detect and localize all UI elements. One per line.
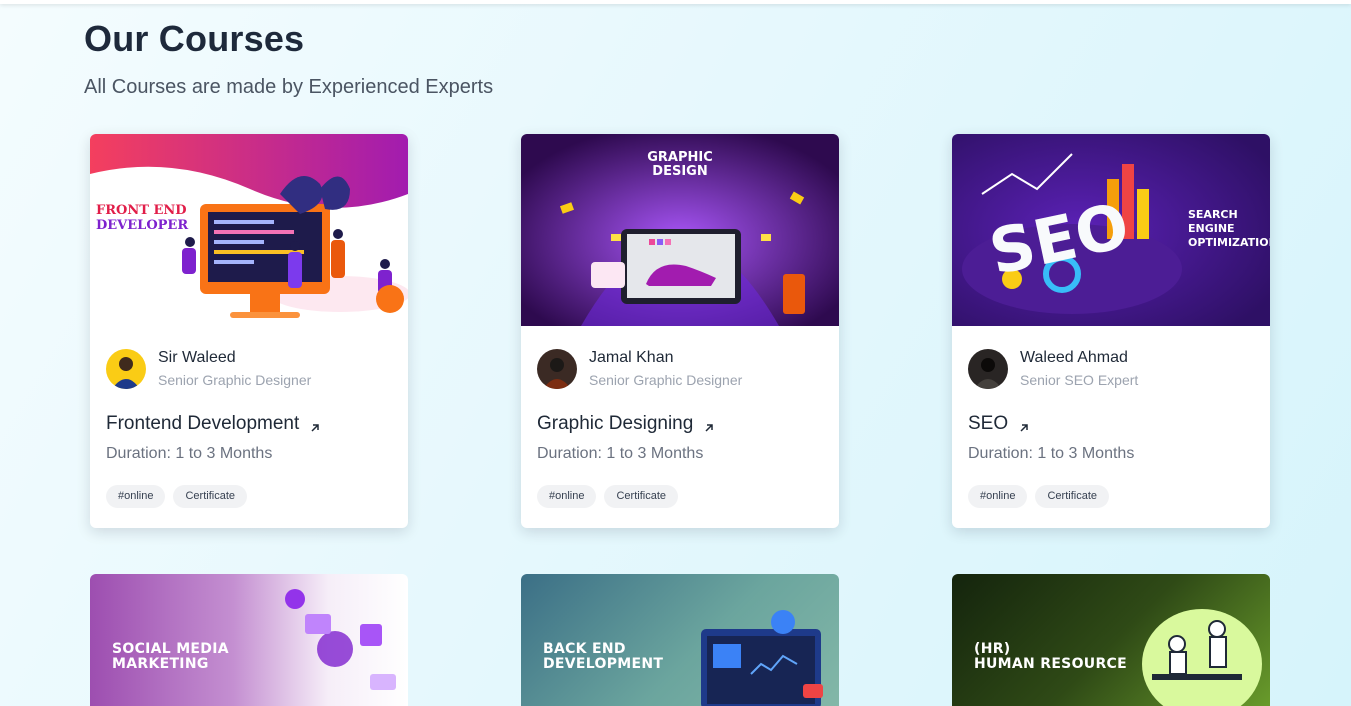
- image-text-frontend-1: FRONT END: [96, 203, 187, 218]
- course-card-backend[interactable]: BACK END DEVELOPMENT: [521, 574, 839, 706]
- image-text-social-2: MARKETING: [112, 656, 209, 672]
- course-title[interactable]: Frontend Development: [106, 413, 299, 435]
- image-text-backend-1: BACK END: [543, 641, 626, 657]
- author-role: Senior SEO Expert: [1020, 372, 1139, 388]
- tag-certificate: Certificate: [604, 485, 679, 508]
- avatar: [537, 349, 577, 389]
- tag-list: #online Certificate: [537, 485, 679, 508]
- tag-list: #online Certificate: [968, 485, 1110, 508]
- arrow-up-right-icon[interactable]: [1018, 418, 1030, 432]
- course-card-graphic[interactable]: GRAPHIC DESIGN Jamal Khan Senior Graphic…: [521, 134, 839, 528]
- image-text-graphic-1: GRAPHIC: [647, 150, 713, 165]
- author-seo: Waleed Ahmad Senior SEO Expert: [968, 348, 1138, 390]
- course-image-seo[interactable]: SEO SEARCH ENGINE OPTIMIZATION: [952, 134, 1270, 326]
- image-text-social-1: SOCIAL MEDIA: [112, 641, 229, 657]
- tag-online: #online: [106, 485, 166, 508]
- course-title-link[interactable]: SEO: [968, 413, 1030, 435]
- course-card-social-media[interactable]: SOCIAL MEDIA MARKETING: [90, 574, 408, 706]
- course-card-hr[interactable]: (HR) HUMAN RESOURCE: [952, 574, 1270, 706]
- image-text-hr-2: HUMAN RESOURCE: [974, 656, 1127, 672]
- tag-certificate: Certificate: [173, 485, 248, 508]
- author-name: Sir Waleed: [158, 349, 236, 366]
- image-text-graphic-2: DESIGN: [652, 164, 707, 179]
- section-subtitle: All Courses are made by Experienced Expe…: [84, 76, 494, 98]
- author-role: Senior Graphic Designer: [158, 372, 312, 388]
- author-frontend: Sir Waleed Senior Graphic Designer: [106, 348, 311, 390]
- course-title[interactable]: Graphic Designing: [537, 413, 693, 435]
- author-role: Senior Graphic Designer: [589, 372, 743, 388]
- author-name: Waleed Ahmad: [1020, 349, 1128, 366]
- course-card-seo[interactable]: SEO SEARCH ENGINE OPTIMIZATION Waleed Ah…: [952, 134, 1270, 528]
- tag-online: #online: [968, 485, 1028, 508]
- course-duration: Duration: 1 to 3 Months: [106, 445, 273, 462]
- course-title-link[interactable]: Frontend Development: [106, 413, 321, 435]
- top-bar: [0, 0, 1351, 4]
- arrow-up-right-icon[interactable]: [703, 418, 715, 432]
- tag-online: #online: [537, 485, 597, 508]
- avatar: [106, 349, 146, 389]
- image-text-frontend-2: DEVELOPER: [96, 218, 188, 233]
- arrow-up-right-icon[interactable]: [309, 418, 321, 432]
- course-image-frontend[interactable]: FRONT END DEVELOPER: [90, 134, 408, 326]
- course-title-link[interactable]: Graphic Designing: [537, 413, 715, 435]
- avatar: [968, 349, 1008, 389]
- author-name: Jamal Khan: [589, 349, 674, 366]
- course-duration: Duration: 1 to 3 Months: [968, 445, 1135, 462]
- image-text-hr-1: (HR): [974, 641, 1011, 657]
- course-card-frontend[interactable]: FRONT END DEVELOPER Sir Waleed Senior Gr…: [90, 134, 408, 528]
- tag-list: #online Certificate: [106, 485, 248, 508]
- tag-certificate: Certificate: [1035, 485, 1110, 508]
- image-text-seo-3: OPTIMIZATION: [1188, 236, 1270, 249]
- image-text-backend-2: DEVELOPMENT: [543, 656, 664, 672]
- image-text-seo-2: ENGINE: [1188, 222, 1235, 235]
- image-text-seo-1: SEARCH: [1188, 208, 1238, 221]
- course-image-graphic[interactable]: GRAPHIC DESIGN: [521, 134, 839, 326]
- section-title: Our Courses: [84, 18, 305, 59]
- course-title[interactable]: SEO: [968, 413, 1008, 435]
- course-duration: Duration: 1 to 3 Months: [537, 445, 704, 462]
- author-graphic: Jamal Khan Senior Graphic Designer: [537, 348, 742, 390]
